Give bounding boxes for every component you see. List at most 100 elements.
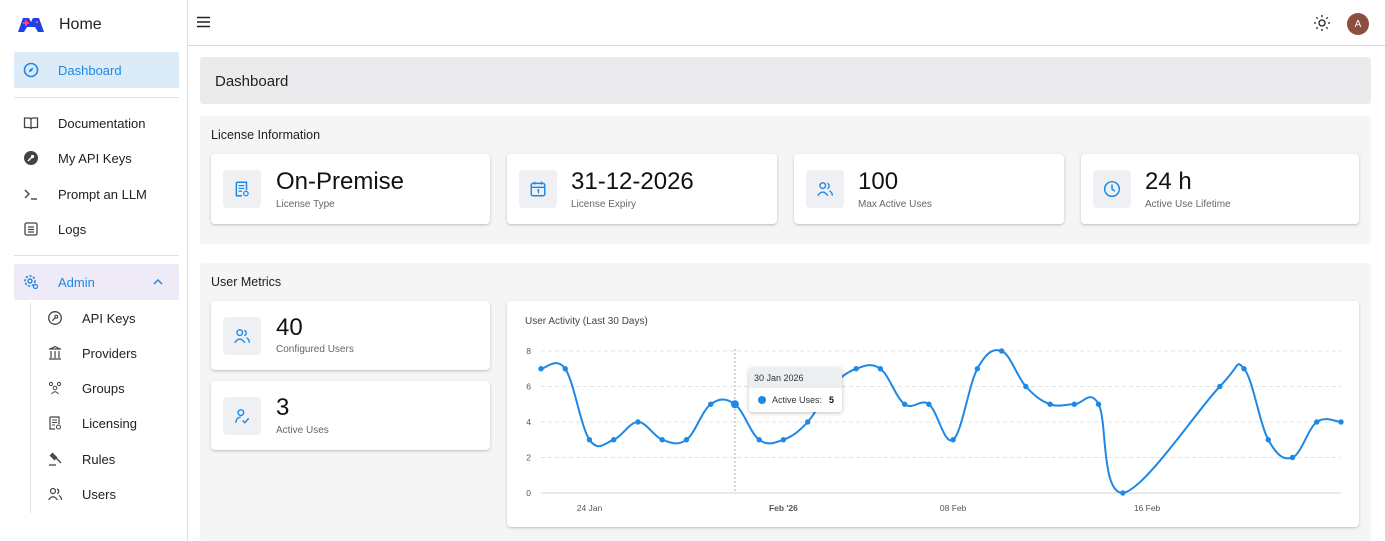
- data-point: [877, 366, 884, 372]
- key-icon: [48, 311, 62, 325]
- chevron-up-icon: [153, 278, 163, 285]
- brand[interactable]: Home: [0, 0, 188, 50]
- sidebar-item-users[interactable]: Users: [30, 476, 180, 511]
- sidebar-item-label: Groups: [82, 381, 125, 396]
- data-point: [586, 437, 593, 443]
- data-point: [853, 366, 859, 372]
- book-icon: [23, 117, 39, 130]
- sidebar-item-documentation[interactable]: Documentation: [14, 105, 179, 141]
- card-label: License Expiry: [571, 199, 637, 210]
- data-point: [974, 366, 981, 372]
- section-title: License Information: [211, 128, 321, 142]
- data-point: [562, 366, 568, 372]
- topbar: A: [188, 0, 1385, 46]
- icon-box: [223, 170, 261, 208]
- gavel-icon: [49, 452, 62, 466]
- data-point: [901, 401, 908, 407]
- sidebar-item-label: Users: [82, 487, 116, 502]
- user-check-icon: [235, 409, 250, 424]
- y-tick-label: 6: [526, 382, 531, 392]
- sidebar-item-providers[interactable]: Providers: [30, 335, 180, 370]
- data-point: [1217, 383, 1223, 390]
- y-tick-label: 2: [526, 453, 531, 463]
- data-point: [1241, 366, 1247, 372]
- gear-icon: [24, 275, 39, 290]
- active-uses-card: 3 Active Uses: [211, 381, 490, 450]
- card-value: 3: [276, 394, 290, 421]
- license-type-card: On-Premise License Type: [211, 154, 490, 224]
- sidebar-item-api-keys[interactable]: API Keys: [30, 300, 180, 335]
- section-title: User Metrics: [211, 275, 282, 289]
- document-icon: [49, 416, 61, 430]
- compass-icon: [23, 62, 39, 78]
- data-point: [804, 419, 811, 425]
- hamburger-menu-icon[interactable]: [196, 14, 212, 30]
- sidebar-item-admin[interactable]: Admin: [14, 264, 179, 300]
- terminal-icon: [24, 189, 37, 200]
- sidebar-item-label: Admin: [58, 275, 95, 290]
- x-tick-label: 08 Feb: [940, 503, 967, 513]
- sidebar-divider: [14, 255, 179, 256]
- sidebar-item-dashboard[interactable]: Dashboard: [14, 52, 179, 88]
- sidebar-item-label: Prompt an LLM: [58, 187, 147, 202]
- data-point: [730, 400, 739, 409]
- data-point: [635, 419, 641, 425]
- data-point: [1289, 454, 1296, 461]
- max-active-uses-card: 100 Max Active Uses: [794, 154, 1064, 224]
- building-icon: [49, 345, 61, 360]
- sun-icon[interactable]: [1313, 14, 1331, 32]
- data-point: [538, 366, 544, 372]
- data-point: [926, 401, 932, 407]
- sidebar-item-label: Logs: [58, 222, 87, 237]
- data-point: [780, 437, 787, 443]
- card-value: 40: [276, 314, 303, 341]
- active-use-lifetime-card: 24 h Active Use Lifetime: [1081, 154, 1359, 224]
- card-label: Max Active Uses: [858, 199, 932, 210]
- data-point: [998, 348, 1005, 354]
- tooltip-series-label: Active Uses:: [772, 395, 823, 405]
- sidebar-item-prompt-an-llm[interactable]: Prompt an LLM: [14, 176, 179, 212]
- card-label: Active Uses: [276, 425, 329, 436]
- card-value: On-Premise: [276, 168, 405, 195]
- y-tick-label: 8: [526, 346, 531, 356]
- sidebar-item-label: Providers: [82, 346, 137, 361]
- card-value: 31-12-2026: [571, 168, 694, 195]
- y-tick-label: 0: [526, 488, 531, 498]
- data-point: [1265, 437, 1271, 443]
- data-point: [1338, 419, 1344, 425]
- key-icon: [24, 151, 38, 165]
- sidebar: Home Dashboard Documentation My API Keys…: [0, 0, 188, 541]
- users-icon: [817, 182, 833, 197]
- user-activity-chart[interactable]: 0 2 4 6 8 24 Jan Feb '26 08 Feb 16 Feb: [507, 301, 1359, 527]
- sidebar-item-label: My API Keys: [58, 151, 132, 166]
- card-label: License Type: [276, 199, 335, 210]
- sidebar-item-groups[interactable]: Groups: [30, 370, 180, 405]
- game-controller-logo-icon: [18, 18, 44, 32]
- x-tick-label: 24 Jan: [577, 503, 603, 513]
- data-point: [611, 437, 617, 443]
- sidebar-item-rules[interactable]: Rules: [30, 441, 180, 476]
- page-header: Dashboard: [200, 57, 1371, 104]
- tooltip-value: 5: [829, 395, 835, 405]
- tooltip-date: 30 Jan 2026: [749, 368, 842, 388]
- data-point: [1314, 419, 1320, 425]
- card-label: Active Use Lifetime: [1145, 199, 1231, 210]
- data-point: [1023, 383, 1029, 390]
- sidebar-item-licensing[interactable]: Licensing: [30, 405, 180, 440]
- sidebar-item-label: Documentation: [58, 116, 146, 131]
- sidebar-item-my-api-keys[interactable]: My API Keys: [14, 140, 179, 176]
- calendar-icon: [530, 181, 546, 197]
- chart-tooltip: 30 Jan 2026 Active Uses: 5: [749, 368, 842, 412]
- sidebar-item-logs[interactable]: Logs: [14, 211, 179, 247]
- x-tick-label: 16 Feb: [1134, 503, 1161, 513]
- list-icon: [24, 222, 38, 236]
- sidebar-item-label: API Keys: [82, 311, 136, 326]
- y-tick-label: 4: [526, 417, 531, 427]
- data-point: [683, 437, 690, 443]
- sidebar-item-label: Rules: [82, 452, 116, 467]
- data-point: [659, 437, 665, 443]
- avatar[interactable]: A: [1347, 13, 1369, 35]
- sidebar-item-label: Licensing: [82, 416, 137, 431]
- group-icon: [48, 381, 62, 395]
- icon-box: [223, 397, 261, 435]
